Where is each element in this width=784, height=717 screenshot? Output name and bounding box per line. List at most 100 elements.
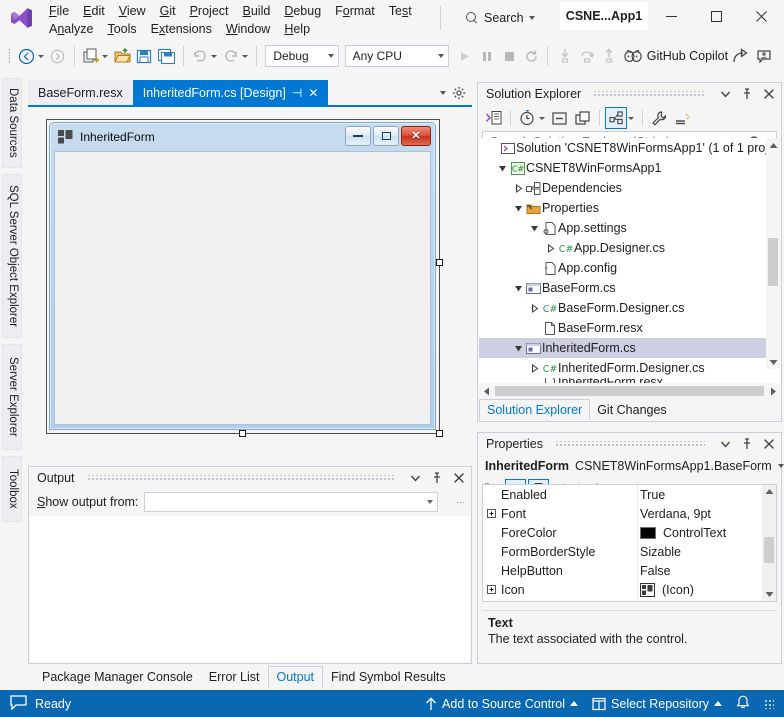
scrollbar-thumb[interactable]	[495, 386, 764, 396]
view-code-button[interactable]	[483, 107, 505, 129]
properties-grid[interactable]: Enabled True Font Verdana, 9pt ForeColor…	[482, 484, 777, 602]
scroll-up-arrow-icon[interactable]	[766, 138, 780, 152]
properties-object-selector[interactable]: InheritedForm CSNET8WinFormsApp1.BaseFor…	[478, 455, 784, 477]
property-value-container[interactable]: (Icon)	[637, 580, 776, 599]
properties-window-button[interactable]	[605, 107, 627, 129]
navigate-back-button[interactable]	[15, 44, 37, 68]
maximize-button[interactable]	[694, 0, 739, 32]
tree-expander-expanded[interactable]	[511, 344, 525, 353]
menu-debug[interactable]: Debug	[277, 3, 328, 19]
scrollbar-thumb[interactable]	[768, 238, 778, 286]
solution-configuration-combo[interactable]: Debug	[265, 45, 339, 67]
scroll-down-arrow-icon[interactable]	[765, 588, 774, 601]
form-close-button[interactable]: ✕	[401, 126, 431, 146]
tree-expander-collapsed[interactable]	[543, 243, 557, 253]
output-toolbar-overflow[interactable]: ⋯	[456, 497, 465, 508]
chevron-down-icon[interactable]	[440, 90, 446, 95]
property-row-icon[interactable]: Icon (Icon)	[483, 580, 776, 599]
tree-expander-collapsed[interactable]	[527, 303, 541, 313]
pending-changes-dropdown-icon[interactable]	[539, 116, 545, 120]
se-tab-git-changes[interactable]: Git Changes	[590, 399, 673, 420]
bottom-tab-package-manager-console[interactable]: Package Manager Console	[34, 666, 201, 688]
stop-button[interactable]	[498, 44, 520, 68]
notifications-button[interactable]	[736, 695, 750, 713]
restart-button[interactable]	[520, 44, 542, 68]
select-repository-button[interactable]: Select Repository	[592, 697, 722, 711]
menu-tools[interactable]: Tools	[100, 21, 143, 37]
panel-drag-dots[interactable]	[86, 474, 395, 482]
wrench-button[interactable]	[648, 107, 670, 129]
save-button[interactable]	[133, 44, 155, 68]
property-row-font[interactable]: Font Verdana, 9pt	[483, 504, 776, 523]
property-value[interactable]: False	[637, 561, 776, 580]
rail-tab-data-sources[interactable]: Data Sources	[2, 78, 22, 168]
scroll-right-arrow-icon[interactable]	[766, 387, 780, 396]
property-value[interactable]: Sizable	[637, 542, 776, 561]
rail-tab-toolbox[interactable]: Toolbox	[2, 456, 22, 522]
form-minimize-button[interactable]	[345, 126, 371, 146]
chevron-down-icon[interactable]	[407, 470, 423, 486]
property-value[interactable]: Verdana, 9pt	[637, 504, 776, 523]
pin-icon[interactable]	[429, 470, 445, 486]
bottom-tab-find-symbol-results[interactable]: Find Symbol Results	[323, 666, 454, 688]
property-value-container[interactable]: ControlText	[637, 523, 776, 542]
tree-row-app-config[interactable]: App.config	[479, 258, 780, 278]
solution-tree-horizontal-scrollbar[interactable]	[479, 384, 780, 398]
menu-extensions[interactable]: Extensions	[144, 21, 219, 37]
bottom-tab-error-list[interactable]: Error List	[201, 666, 268, 688]
new-project-dropdown-icon[interactable]	[102, 54, 109, 58]
show-all-files-button[interactable]	[572, 107, 594, 129]
pin-icon[interactable]	[739, 436, 755, 452]
scroll-down-arrow-icon[interactable]	[766, 355, 780, 369]
chevron-down-icon[interactable]	[717, 436, 733, 452]
solution-platform-combo[interactable]: Any CPU	[344, 45, 450, 67]
global-search-button[interactable]: Search	[466, 6, 552, 30]
se-tab-solution-explorer[interactable]: Solution Explorer	[479, 399, 591, 420]
panel-drag-dots[interactable]	[554, 440, 705, 448]
tree-row-baseform-designer-cs[interactable]: C# BaseForm.Designer.cs	[479, 298, 780, 318]
resize-handle-bottom-right[interactable]	[436, 430, 443, 437]
designed-form[interactable]: InheritedForm ✕	[49, 122, 436, 430]
property-expander[interactable]	[483, 509, 499, 518]
live-share-button[interactable]	[752, 44, 776, 68]
undo-button[interactable]	[189, 44, 211, 68]
properties-grid-scrollbar[interactable]	[762, 485, 776, 601]
navigate-back-dropdown-icon[interactable]	[37, 54, 44, 58]
close-icon[interactable]	[761, 86, 777, 102]
form-client-area[interactable]	[54, 151, 431, 425]
speech-bubble-icon[interactable]	[10, 694, 27, 713]
preview-selected-items-button[interactable]	[671, 107, 693, 129]
show-output-from-combo[interactable]	[144, 492, 439, 512]
tree-expander-expanded[interactable]	[495, 164, 509, 173]
navigate-forward-button[interactable]	[47, 44, 69, 68]
start-debug-button[interactable]	[453, 44, 475, 68]
open-file-button[interactable]	[111, 44, 133, 68]
step-out-button[interactable]	[598, 44, 620, 68]
collapse-all-button[interactable]	[549, 107, 571, 129]
tree-expander-expanded[interactable]	[511, 284, 525, 293]
property-row-formborderstyle[interactable]: FormBorderStyle Sizable	[483, 542, 776, 561]
pending-changes-button[interactable]	[516, 107, 538, 129]
tree-row-app-designer-cs[interactable]: C# App.Designer.cs	[479, 238, 780, 258]
close-icon[interactable]	[451, 470, 467, 486]
scroll-left-arrow-icon[interactable]	[479, 387, 493, 396]
tree-expander-expanded[interactable]	[527, 224, 541, 233]
close-button[interactable]	[739, 0, 784, 32]
property-row-forecolor[interactable]: ForeColor ControlText	[483, 523, 776, 542]
properties-window-dropdown-icon[interactable]	[628, 116, 634, 120]
menu-window[interactable]: Window	[219, 21, 277, 37]
tree-row-baseform-resx[interactable]: BaseForm.resx	[479, 318, 780, 338]
tree-row-dependencies[interactable]: Dependencies	[479, 178, 780, 198]
gear-icon[interactable]	[452, 86, 466, 100]
chevron-down-icon[interactable]	[717, 86, 733, 102]
menu-format[interactable]: Format	[328, 3, 382, 19]
property-expander[interactable]	[483, 585, 499, 594]
form-designer-surface[interactable]: InheritedForm ✕	[28, 105, 472, 460]
form-maximize-button[interactable]	[373, 126, 399, 146]
share-button[interactable]	[728, 44, 752, 68]
tree-row-inheritedform-resx[interactable]: InheritedForm.resx	[479, 378, 780, 383]
close-icon[interactable]	[761, 436, 777, 452]
pause-button[interactable]	[476, 44, 498, 68]
menu-git[interactable]: Git	[153, 3, 183, 19]
tree-row-inheritedform-designer-cs[interactable]: C# InheritedForm.Designer.cs	[479, 358, 780, 378]
